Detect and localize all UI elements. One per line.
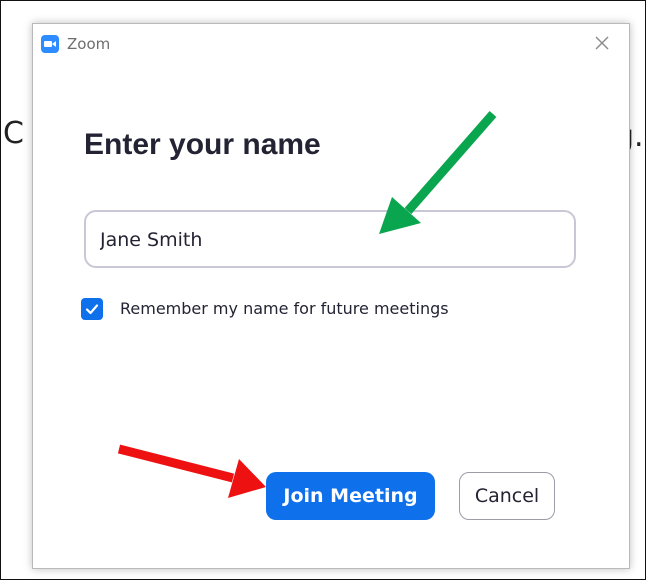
- screenshot-frame: C g. Zoom Enter your name: [0, 0, 646, 580]
- remember-name-checkbox[interactable]: [81, 298, 103, 320]
- join-meeting-button[interactable]: Join Meeting: [266, 472, 435, 520]
- window-titlebar: Zoom: [33, 24, 629, 64]
- remember-name-label[interactable]: Remember my name for future meetings: [120, 299, 449, 318]
- name-field[interactable]: [84, 210, 576, 268]
- zoom-camera-icon: [41, 35, 59, 53]
- window-title: Zoom: [67, 35, 111, 53]
- checkmark-icon: [85, 304, 99, 315]
- name-input[interactable]: [100, 228, 560, 252]
- cancel-button[interactable]: Cancel: [459, 472, 555, 520]
- background-text-left: C: [3, 116, 24, 151]
- enter-name-dialog: Zoom Enter your name Remember my name fo…: [32, 23, 630, 569]
- close-icon[interactable]: [591, 32, 613, 54]
- page-title: Enter your name: [84, 128, 321, 161]
